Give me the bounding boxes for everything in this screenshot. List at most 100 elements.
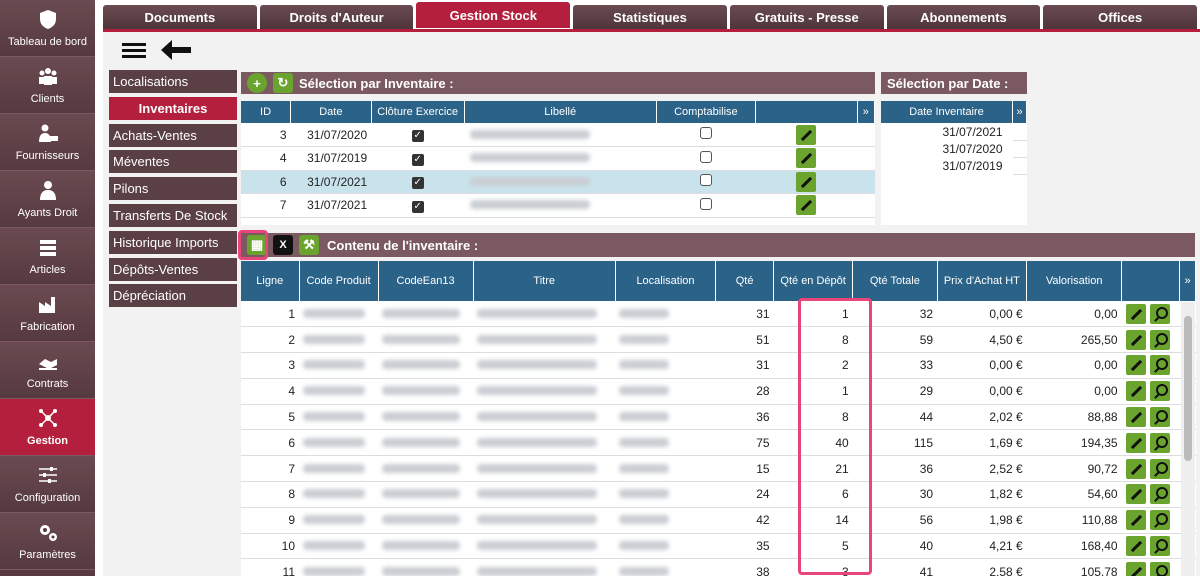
sidebar-item-6[interactable]: Contrats [0,342,95,399]
tab-0[interactable]: Documents [103,5,257,29]
edit-icon[interactable] [1125,510,1146,531]
inventory-header[interactable]: Clôture Exercice [371,101,465,123]
column-menu-icon[interactable]: » [1012,101,1027,123]
search-icon[interactable] [1149,484,1170,505]
search-icon[interactable] [1149,355,1170,376]
checked-checkbox[interactable]: ✓ [411,130,424,142]
content-header[interactable]: Code Produit [299,261,379,301]
content-row[interactable]: 7 15 21 36 2,52 €90,72 [241,455,1196,483]
search-icon[interactable] [1149,432,1170,453]
menu-item-1[interactable]: Inventaires [109,96,237,120]
checked-checkbox[interactable]: ✓ [411,177,424,190]
content-header[interactable]: Qté en Dépôt [773,261,854,301]
unchecked-checkbox[interactable] [699,174,712,187]
refresh-icon[interactable]: ↻ [273,73,293,93]
menu-item-0[interactable]: Localisations [109,70,237,93]
sidebar-item-4[interactable]: Articles [0,228,95,285]
menu-item-8[interactable]: Dépréciation [109,284,237,308]
unchecked-checkbox[interactable] [699,197,712,210]
column-menu-icon[interactable]: » [1179,261,1196,301]
sidebar-item-3[interactable]: Ayants Droit [0,171,95,228]
search-icon[interactable] [1149,303,1170,324]
date-row[interactable]: 31/07/2019 [881,157,1027,175]
edit-icon[interactable] [1125,484,1146,505]
menu-item-3[interactable]: Méventes [109,150,237,174]
search-icon[interactable] [1149,536,1170,557]
content-header[interactable]: CodeEan13 [378,261,474,301]
content-row[interactable]: 11 38 3 41 2,58 €105,78 [241,558,1196,576]
content-header[interactable]: Valorisation [1026,261,1123,301]
search-icon[interactable] [1149,407,1170,428]
inventory-row[interactable]: 6 31/07/2021 ✓ [241,170,875,194]
tab-3[interactable]: Statistiques [573,5,727,29]
menu-item-7[interactable]: Dépôts-Ventes [109,257,237,281]
tab-2[interactable]: Gestion Stock [416,2,571,28]
sidebar-item-8[interactable]: Configuration [0,456,95,513]
sidebar-item-2[interactable]: Fournisseurs [0,114,95,171]
tab-5[interactable]: Abonnements [886,5,1041,29]
content-row[interactable]: 3 31 2 33 0,00 €0,00 [241,352,1196,379]
content-header[interactable]: Prix d'Achat HT [937,261,1028,301]
search-icon[interactable] [1149,561,1170,576]
edit-icon[interactable] [796,195,817,216]
edit-icon[interactable] [796,124,817,145]
content-row[interactable]: 6 75 40 115 1,69 €194,35 [241,429,1196,457]
back-arrow-icon[interactable] [160,39,192,61]
edit-icon[interactable] [796,171,817,192]
inventory-header[interactable]: Date [290,101,372,123]
scroll-thumb[interactable] [1184,316,1192,461]
date-row[interactable]: 31/07/2021 [881,123,1027,141]
search-icon[interactable] [1149,510,1170,531]
edit-icon[interactable] [1125,458,1146,479]
unchecked-checkbox[interactable] [699,150,712,163]
content-row[interactable]: 9 42 14 56 1,98 €110,88 [241,507,1196,534]
checked-checkbox[interactable]: ✓ [411,153,424,166]
content-header[interactable]: Qté Totale [852,261,938,301]
sidebar-item-5[interactable]: Fabrication [0,285,95,342]
content-header[interactable]: Titre [473,261,616,301]
content-row[interactable]: 5 36 8 44 2,02 €88,88 [241,404,1196,431]
inventory-header[interactable]: ID [241,101,292,123]
edit-icon[interactable] [1125,303,1146,324]
edit-icon[interactable] [1125,561,1146,576]
unchecked-checkbox[interactable] [699,127,712,139]
inventory-row[interactable]: 4 31/07/2019 ✓ [241,146,875,171]
content-row[interactable]: 10 35 5 40 4,21 €168,40 [241,533,1196,560]
tab-6[interactable]: Offices [1043,5,1198,29]
inventory-row[interactable]: 3 31/07/2020 ✓ [241,123,875,147]
content-row[interactable]: 8 24 6 30 1,82 €54,60 [241,481,1196,508]
sidebar-item-1[interactable]: Clients [0,57,95,114]
menu-item-5[interactable]: Transferts De Stock [109,203,237,227]
content-row[interactable]: 2 51 8 59 4,50 €265,50 [241,326,1196,354]
column-menu-icon[interactable]: » [857,101,875,123]
content-header[interactable]: Ligne [241,261,300,301]
sidebar-item-0[interactable]: Tableau de bord [0,0,95,57]
date-inventaire-header[interactable]: Date Inventaire [881,101,1013,123]
edit-icon[interactable] [1125,407,1146,428]
search-icon[interactable] [1149,458,1170,479]
inventory-header[interactable]: Libellé [464,101,657,123]
date-row[interactable]: 31/07/2020 [881,140,1027,158]
sidebar-item-9[interactable]: Paramètres [0,513,95,570]
sidebar-item-7[interactable]: Gestion [0,399,95,456]
inventory-row[interactable]: 7 31/07/2021 ✓ [241,193,875,218]
content-header[interactable]: Qté [715,261,775,301]
content-row[interactable]: 4 28 1 29 0,00 €0,00 [241,378,1196,405]
edit-icon[interactable] [1125,355,1146,376]
content-scrollbar[interactable] [1181,302,1195,576]
edit-icon[interactable] [1125,329,1146,350]
tab-1[interactable]: Droits d'Auteur [259,5,414,29]
menu-item-6[interactable]: Historique Imports [109,230,237,254]
content-header[interactable]: Localisation [615,261,717,301]
search-icon[interactable] [1149,381,1170,402]
menu-icon[interactable] [122,40,146,61]
add-button[interactable]: + [247,73,267,93]
menu-item-2[interactable]: Achats-Ventes [109,123,237,147]
menu-item-4[interactable]: Pilons [109,177,237,201]
edit-icon[interactable] [1125,536,1146,557]
excel-export-icon[interactable]: X [273,235,293,255]
edit-icon[interactable] [1125,381,1146,402]
edit-icon[interactable] [1125,432,1146,453]
magic-wand-icon[interactable]: ⚒ [299,235,319,255]
edit-icon[interactable] [796,148,817,169]
